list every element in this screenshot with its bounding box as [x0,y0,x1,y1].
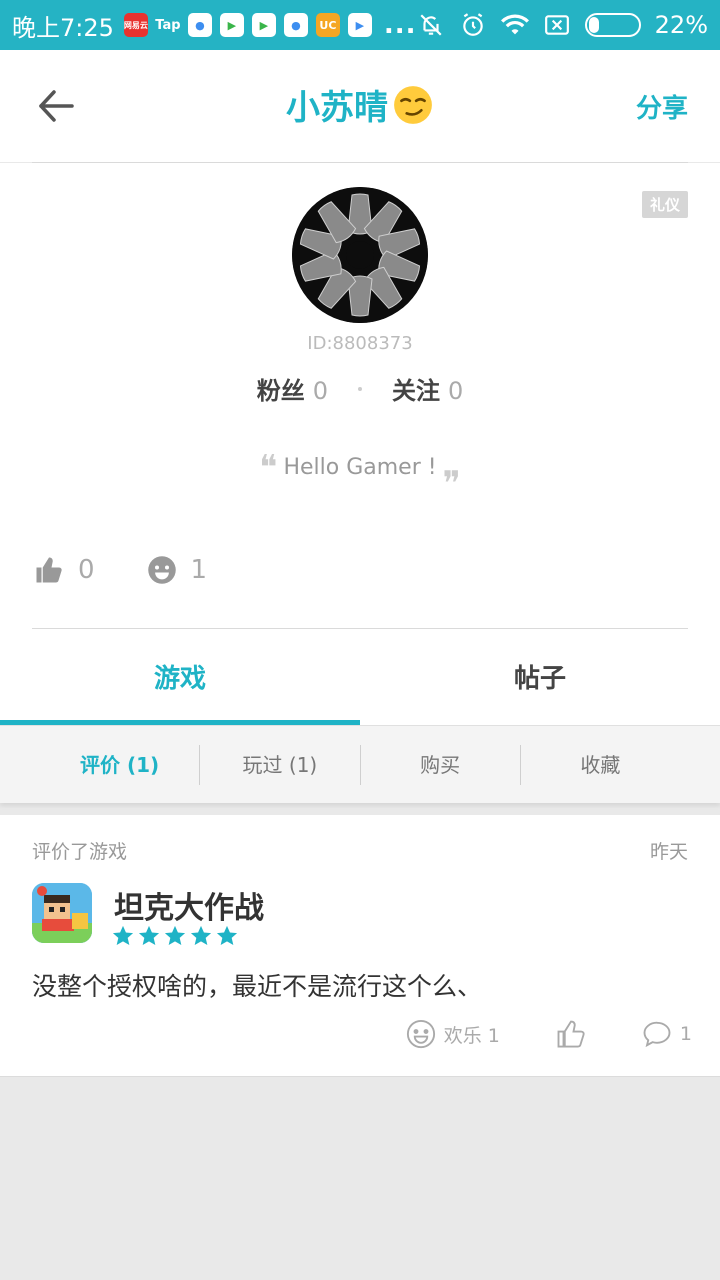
uc-browser-icon: UC [315,13,340,37]
header: 小苏晴 分享 [0,50,720,162]
follow-stats: 粉丝 0 关注 0 [0,371,720,406]
following-label: 关注 [392,377,440,405]
main-tabs: 游戏 帖子 [0,628,720,725]
avatar[interactable] [292,187,428,323]
fun-face-icon[interactable] [406,1019,436,1049]
play-store-icon: ▶ [219,13,244,37]
sub-tabs: 评价 (1) 玩过 (1) 购买 收藏 [0,725,720,803]
star-icon [216,925,238,945]
rating-stars [112,925,238,947]
bio: ❝ Hello Gamer ! ❞ [0,451,720,501]
following-count: 0 [448,377,464,405]
review-text: 没整个授权啥的，最近不是流行这个么、 [32,972,483,1001]
game-name[interactable]: 坦克大作战 [114,883,264,927]
alarm-icon [459,11,487,39]
tab-games[interactable]: 游戏 [0,628,360,725]
profile-section: 礼仪 ID:8808373 粉丝 0 关注 0 ❝ Hello Gamer ! … [0,163,720,628]
taptap-icon: Tap [155,17,181,33]
battery-percent: 22% [654,11,708,39]
username: 小苏晴 [286,88,388,128]
stat-separator [358,386,362,391]
video-app-icon: ▶ [347,13,372,37]
star-icon [112,925,134,945]
subtab-played[interactable]: 玩过 (1) [199,744,359,785]
no-sim-icon [543,11,571,39]
bell-off-icon [417,11,445,39]
review-card[interactable]: 评价了游戏 昨天 坦克大作战 没整个授权啥的，最近不是流行这个么、 欢乐 1 1 [0,815,720,1077]
subtab-reviews[interactable]: 评价 (1) [40,745,199,785]
smile-face-icon[interactable] [147,555,177,585]
review-type: 评价了游戏 [32,841,128,863]
followers-stat[interactable]: 粉丝 0 [257,371,328,406]
star-icon [190,925,212,945]
status-bar: 晚上7:25 网易云 Tap ● ▶ ▶ ● UC ▶ ... 22% [0,0,720,50]
close-quote-icon: ❞ [442,464,461,504]
etiquette-badge[interactable]: 礼仪 [641,191,688,218]
share-button[interactable]: 分享 [636,88,688,125]
following-stat[interactable]: 关注 0 [392,371,463,406]
wifi-icon [500,11,529,39]
fun-label[interactable]: 欢乐 1 [444,1021,500,1048]
status-time: 晚上7:25 [12,13,114,42]
comment-icon[interactable] [642,1019,672,1049]
app-notification-icon: ● [283,13,308,37]
followers-count: 0 [312,377,328,405]
subtab-purchased[interactable]: 购买 [359,744,520,785]
like-icon[interactable] [556,1019,586,1049]
comment-count[interactable]: 1 [680,1023,692,1045]
notification-icons: 网易云 Tap ● ▶ ▶ ● UC ▶ ... [123,10,417,40]
game-icon[interactable] [32,883,92,943]
profile-page: 小苏晴 分享 礼仪 ID:8808373 粉丝 0 关注 0 ❝ Hello G… [0,50,720,1280]
fun-count: 1 [190,555,208,585]
page-title: 小苏晴 [0,80,720,129]
netease-music-icon: 网易云 [123,13,148,37]
star-icon [164,925,186,945]
user-id: ID:8808373 [307,333,413,354]
likes-count: 0 [78,555,95,585]
play-store-icon: ▶ [251,13,276,37]
bio-text: Hello Gamer ! [283,455,437,480]
tab-posts[interactable]: 帖子 [360,628,720,725]
open-quote-icon: ❝ [259,448,278,488]
smirk-emoji-icon [394,85,432,124]
battery-icon [584,13,641,37]
review-time: 昨天 [649,841,688,863]
review-actions: 欢乐 1 1 [406,1019,692,1049]
profile-reactions: 0 1 [34,555,207,585]
star-icon [138,925,160,945]
subtab-favorites[interactable]: 收藏 [519,744,680,785]
more-notifications-icon: ... [383,10,417,40]
thumbs-up-icon[interactable] [34,555,64,585]
app-notification-icon: ● [187,13,212,37]
followers-label: 粉丝 [256,377,305,405]
